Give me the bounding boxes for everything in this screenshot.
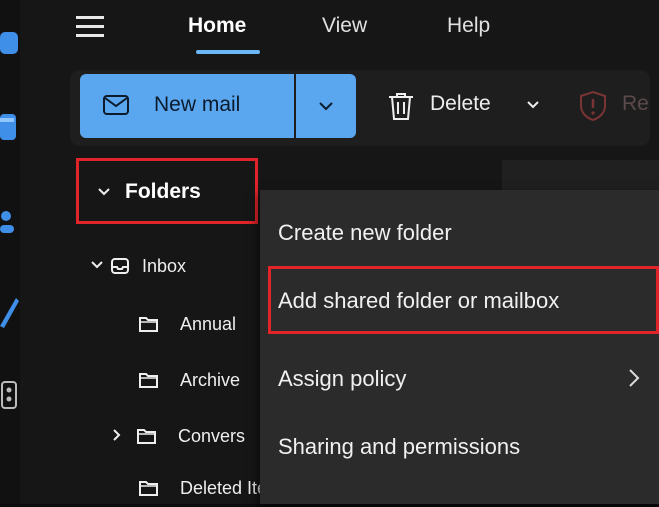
calendar-app-icon[interactable] [0,110,20,144]
folders-context-menu: Create new folder Add shared folder or m… [260,190,659,504]
new-mail-dropdown-button[interactable] [296,74,356,138]
chevron-right-icon [113,429,121,441]
folder-annual[interactable]: Annual [138,310,260,340]
trash-icon [389,93,413,120]
menu-item-create-new-folder[interactable]: Create new folder [260,198,659,266]
ribbon-tabs: Home View Help [0,0,639,60]
inbox-icon [111,258,129,274]
apps-app-icon[interactable] [0,378,20,414]
folder-archive[interactable]: Archive [138,366,260,396]
delete-label: Delete [430,92,491,115]
menu-item-label: Create new folder [278,220,452,245]
report-label: Re [622,92,649,115]
chevron-down-icon [527,101,539,109]
folders-header[interactable]: Folders [76,158,258,224]
envelope-icon [103,95,129,115]
folder-label: Convers [178,426,246,446]
folders-label: Folders [125,180,201,203]
tab-view[interactable]: View [322,14,367,38]
folder-icon [139,373,158,388]
folder-label: Inbox [142,256,187,276]
menu-item-label: Sharing and permissions [278,434,521,459]
folder-inbox[interactable]: Inbox [90,252,260,282]
new-mail-label: New mail [154,93,241,116]
folder-label: Annual [180,314,237,334]
menu-item-label: Assign policy [278,366,407,391]
chevron-down-icon [98,188,110,196]
todo-app-icon[interactable] [0,292,20,332]
folder-icon [137,429,156,444]
active-tab-indicator [196,50,260,54]
new-mail-button[interactable]: New mail [80,74,294,138]
hamburger-menu-icon[interactable] [76,14,106,38]
folder-label: Archive [180,370,241,390]
folder-icon [139,317,158,332]
people-app-icon[interactable] [0,206,20,240]
folder-icon [139,481,158,496]
menu-item-assign-policy[interactable]: Assign policy [260,344,659,412]
folder-conversation-history[interactable]: Convers [112,422,260,452]
menu-item-add-shared-folder[interactable]: Add shared folder or mailbox [268,266,659,334]
menu-item-sharing-and-permissions[interactable]: Sharing and permissions [260,412,659,480]
chevron-down-icon [91,261,103,269]
tab-help[interactable]: Help [447,14,490,38]
app-rail [0,0,20,504]
chevron-down-icon [319,102,333,111]
menu-item-label: Add shared folder or mailbox [278,288,560,313]
chevron-right-icon [629,369,640,387]
shield-alert-icon [580,90,606,122]
tab-home[interactable]: Home [188,14,246,38]
